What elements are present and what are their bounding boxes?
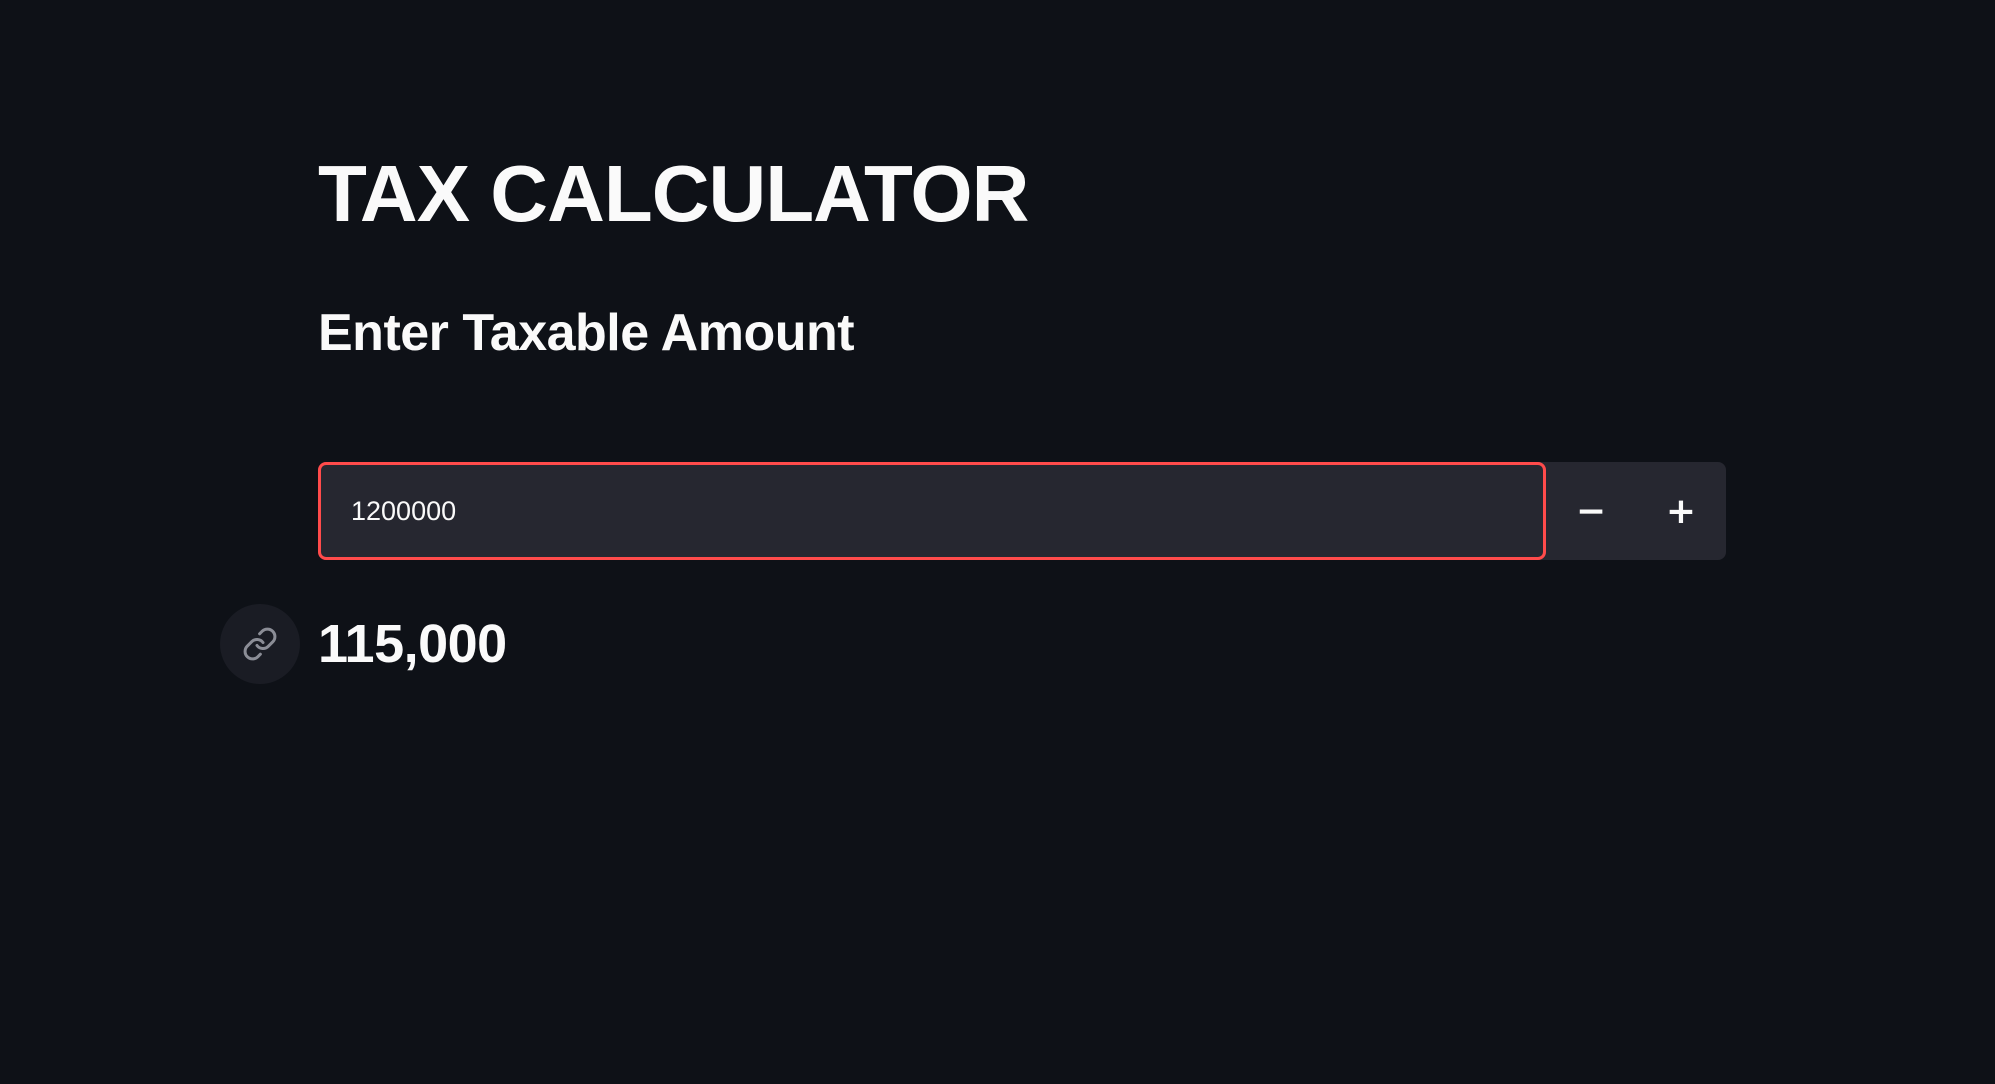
main-content: TAX CALCULATOR Enter Taxable Amount − + …	[220, 0, 1726, 1084]
tax-result: 115,000	[318, 614, 507, 674]
result-row: 115,000	[220, 604, 507, 684]
section-subtitle: Enter Taxable Amount	[318, 304, 855, 362]
link-icon[interactable]	[220, 604, 300, 684]
taxable-amount-number-input: − +	[318, 462, 1726, 560]
decrement-button[interactable]: −	[1546, 462, 1636, 560]
taxable-amount-field[interactable]	[318, 462, 1546, 560]
page-title: TAX CALCULATOR	[318, 149, 1029, 238]
increment-button[interactable]: +	[1636, 462, 1726, 560]
